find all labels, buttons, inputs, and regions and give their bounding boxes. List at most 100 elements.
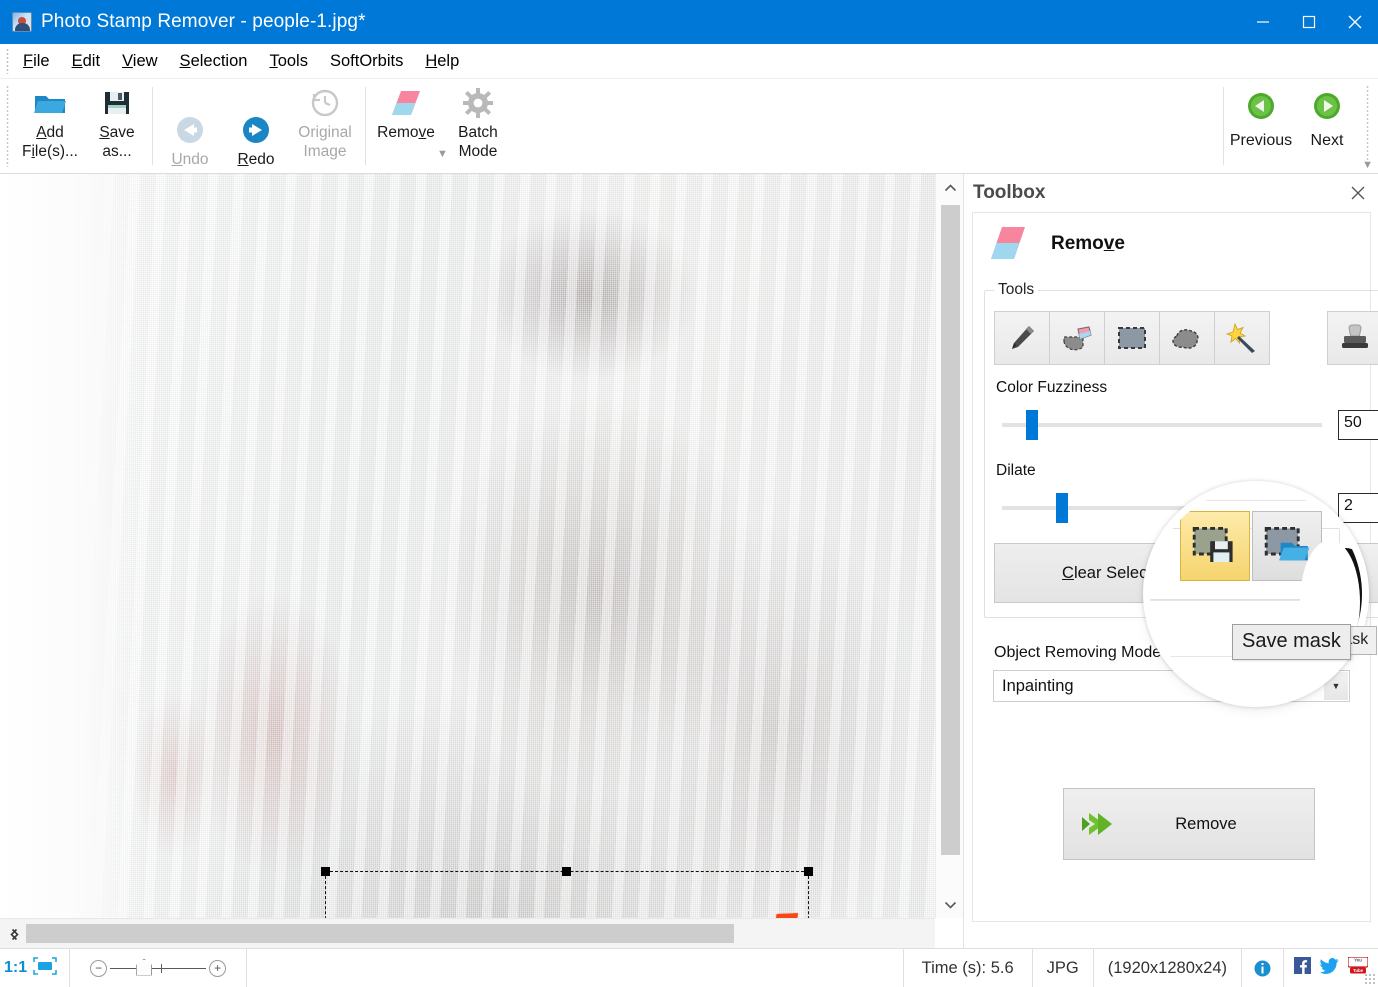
selection-rectangle[interactable]: [321, 867, 813, 918]
batch-mode-button[interactable]: Batch Mode: [442, 79, 514, 173]
selection-handle-ne[interactable]: [804, 867, 813, 876]
load-mask-icon: [1264, 526, 1310, 561]
photo-image: [0, 174, 935, 918]
next-label: Next: [1310, 132, 1344, 149]
horizontal-scroll-thumb[interactable]: [26, 924, 734, 943]
twitter-icon[interactable]: [1320, 957, 1339, 979]
magic-wand-tool-button[interactable]: [1214, 311, 1270, 365]
maximize-button[interactable]: [1286, 0, 1332, 44]
ribbon-expand-icon[interactable]: ▼: [1362, 159, 1373, 171]
add-files-button[interactable]: Add File(s)...: [14, 79, 86, 173]
app-logo-icon: [12, 12, 32, 32]
close-button[interactable]: [1332, 0, 1378, 44]
remove-action-label: Remove: [1175, 814, 1237, 833]
info-button[interactable]: [1242, 949, 1284, 987]
open-folder-icon: [33, 86, 67, 120]
menu-edit[interactable]: Edit: [61, 49, 111, 74]
color-fuzziness-track: [1002, 423, 1322, 427]
facebook-icon[interactable]: [1294, 957, 1311, 979]
undo-button[interactable]: Undo: [157, 79, 223, 173]
save-as-button[interactable]: Save as...: [86, 79, 148, 173]
zoom-slider[interactable]: − +: [88, 955, 228, 982]
rectangle-select-tool-button[interactable]: [1104, 311, 1160, 365]
color-fuzziness-knob[interactable]: [1026, 410, 1038, 440]
window-title: Photo Stamp Remover - people-1.jpg*: [41, 11, 366, 32]
toolbar-separator-2: [365, 87, 366, 165]
menubar-grip[interactable]: [3, 48, 12, 74]
menu-edit-label: dit: [82, 51, 101, 70]
next-button[interactable]: Next: [1294, 79, 1360, 173]
object-removing-mode-value: Inpainting: [1002, 676, 1074, 695]
menu-tools-label: ools: [277, 51, 308, 70]
menu-file[interactable]: File: [12, 49, 61, 74]
selection-handle-nw[interactable]: [321, 867, 330, 876]
zoom-ratio-button[interactable]: 1:1: [4, 959, 33, 977]
zoom-in-icon[interactable]: +: [209, 959, 227, 977]
resize-grip[interactable]: [1364, 973, 1376, 985]
tools-row: [994, 311, 1378, 365]
vertical-scroll-thumb[interactable]: [941, 205, 960, 855]
green-arrow-icon: [1082, 813, 1112, 835]
toolbar-overflow-icon[interactable]: ▼: [437, 148, 448, 160]
stamp-icon: [1342, 324, 1368, 348]
save-mask-icon: [1192, 526, 1233, 562]
format-status: JPG: [1033, 949, 1094, 987]
next-arrow-icon: [1312, 89, 1342, 123]
minimize-button[interactable]: [1240, 0, 1286, 44]
magnifier-lens: [1150, 488, 1362, 700]
toolbox-mode-header: Remove: [973, 213, 1370, 275]
color-fuzziness-value[interactable]: 50: [1338, 410, 1378, 440]
save-as-label: Save as...: [99, 124, 135, 160]
fit-to-screen-icon[interactable]: [33, 956, 57, 980]
dilate-knob[interactable]: [1056, 493, 1068, 523]
scroll-down-icon[interactable]: [936, 890, 964, 918]
eraser-tool-button[interactable]: [1049, 311, 1105, 365]
previous-button[interactable]: Previous: [1228, 79, 1294, 173]
color-fuzziness-label: Color Fuzziness: [996, 379, 1108, 396]
zoom-out-icon[interactable]: −: [90, 959, 108, 977]
lasso-tool-button[interactable]: [1159, 311, 1215, 365]
time-status: Time (s): 5.6: [904, 949, 1033, 987]
remove-toolbar-button[interactable]: Remove: [370, 79, 442, 173]
zoom-slider-handle[interactable]: [136, 958, 153, 976]
original-image-button[interactable]: Original Image: [289, 79, 361, 173]
color-fuzziness-slider[interactable]: [994, 402, 1326, 448]
scroll-up-icon[interactable]: [936, 174, 964, 202]
marker-tool-button[interactable]: [994, 311, 1050, 365]
zoom-slider-track: [110, 967, 207, 969]
tooltip-save-mask: Save mask: [1232, 624, 1351, 660]
status-spacer: [247, 949, 904, 987]
photo-left-highlight: [0, 174, 150, 918]
tools-group-label: Tools: [998, 281, 1035, 298]
eraser-icon: [988, 225, 1028, 263]
menu-tools[interactable]: Tools: [258, 49, 319, 74]
canvas-horizontal-scrollbar[interactable]: [0, 918, 935, 948]
canvas-vertical-scrollbar[interactable]: [935, 174, 963, 918]
magic-wand-icon: [1226, 323, 1255, 353]
redo-button[interactable]: Redo: [223, 79, 289, 173]
clock-history-icon: [310, 86, 340, 120]
toolbox-close-icon[interactable]: [1346, 181, 1370, 205]
pencil-icon: [1012, 326, 1034, 349]
image-canvas[interactable]: Censored: [0, 174, 935, 918]
scroll-right-icon[interactable]: [0, 920, 28, 948]
toolbar-grip-right[interactable]: [1363, 85, 1372, 167]
magnified-save-mask-button[interactable]: [1180, 511, 1250, 581]
menu-help-label: elp: [437, 51, 460, 70]
stamp-tool-button[interactable]: [1327, 311, 1378, 365]
toolbox-title: Toolbox: [973, 182, 1046, 203]
selection-handle-n[interactable]: [562, 867, 571, 876]
menu-help[interactable]: Help: [414, 49, 470, 74]
redo-label: Redo: [237, 151, 275, 168]
toolbar-grip[interactable]: [3, 85, 12, 167]
menu-selection[interactable]: Selection: [169, 49, 259, 74]
eraser-icon: [389, 86, 423, 120]
toolbar-separator-1: [152, 87, 153, 165]
zoom-controls-cell: 1:1: [0, 949, 71, 987]
undo-label: Undo: [171, 151, 209, 168]
menu-softorbits[interactable]: SoftOrbits: [319, 49, 414, 74]
remove-action-button[interactable]: Remove: [1063, 788, 1315, 860]
gear-icon: [463, 86, 493, 120]
menu-view[interactable]: View: [111, 49, 168, 74]
main-toolbar: Add File(s)... Save as... Undo Redo Orig…: [0, 79, 1378, 174]
